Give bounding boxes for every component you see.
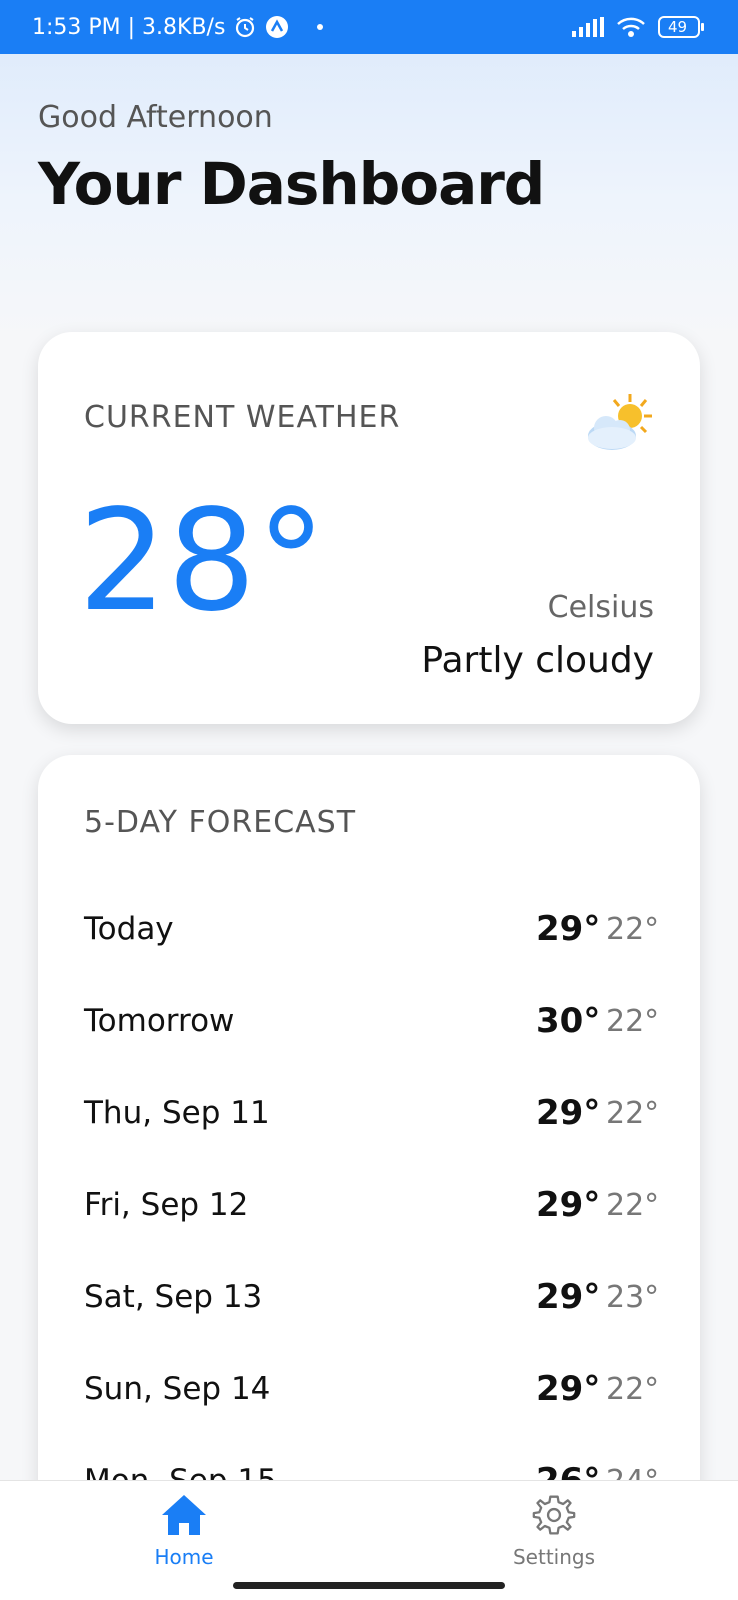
forecast-low: 22° [606,1187,660,1223]
forecast-card: 5-DAY FORECAST Today 29° 22° Tomorrow 30… [38,755,700,1515]
forecast-row: Fri, Sep 12 29° 22° [84,1159,660,1251]
battery-icon: 49 [658,15,706,39]
status-time-speed: 1:53 PM | 3.8KB/s [32,14,226,40]
forecast-list: Today 29° 22° Tomorrow 30° 22° Thu, Sep … [84,883,660,1515]
forecast-row: Thu, Sep 11 29° 22° [84,1067,660,1159]
nav-settings-tab[interactable]: Settings [474,1493,634,1569]
forecast-day: Fri, Sep 12 [84,1187,249,1223]
gear-icon [530,1493,578,1541]
forecast-day: Thu, Sep 11 [84,1095,270,1131]
current-weather-card: CURRENT WEATHER 28° Celsius Partly cloud… [38,332,700,724]
home-indicator[interactable] [233,1582,505,1589]
partly-cloudy-icon [584,392,654,458]
app-notification-icon [265,15,289,39]
forecast-row: Sat, Sep 13 29° 23° [84,1251,660,1343]
page-title: Your Dashboard [38,150,545,218]
current-temperature: 28° [78,480,327,643]
forecast-high: 29° [536,1277,601,1317]
forecast-high: 29° [536,1185,601,1225]
forecast-high: 30° [536,1001,601,1041]
forecast-low: 22° [606,1095,660,1131]
forecast-row: Today 29° 22° [84,883,660,975]
forecast-low: 22° [606,911,660,947]
nav-settings-label: Settings [512,1545,596,1569]
forecast-high: 29° [536,1369,601,1409]
forecast-day: Sun, Sep 14 [84,1371,271,1407]
forecast-label: 5-DAY FORECAST [84,805,357,840]
forecast-low: 22° [606,1371,660,1407]
home-icon [160,1493,208,1541]
forecast-low: 23° [606,1279,660,1315]
alarm-icon [233,15,257,39]
forecast-day: Sat, Sep 13 [84,1279,263,1315]
wifi-icon [616,16,646,38]
greeting-text: Good Afternoon [38,100,273,135]
signal-icon [572,17,604,37]
forecast-high: 29° [536,909,601,949]
current-weather-label: CURRENT WEATHER [84,400,401,435]
forecast-day: Tomorrow [84,1003,235,1039]
forecast-row: Tomorrow 30° 22° [84,975,660,1067]
forecast-row: Sun, Sep 14 29° 22° [84,1343,660,1435]
battery-level: 49 [668,18,688,36]
forecast-high: 29° [536,1093,601,1133]
forecast-day: Today [84,911,174,947]
nav-home-tab[interactable]: Home [104,1493,264,1569]
forecast-low: 22° [606,1003,660,1039]
weather-condition: Partly cloudy [421,640,654,681]
temperature-unit: Celsius [547,590,654,625]
nav-home-label: Home [154,1545,214,1569]
status-bar: 1:53 PM | 3.8KB/s 49 [0,0,738,54]
notification-dot [317,24,324,30]
